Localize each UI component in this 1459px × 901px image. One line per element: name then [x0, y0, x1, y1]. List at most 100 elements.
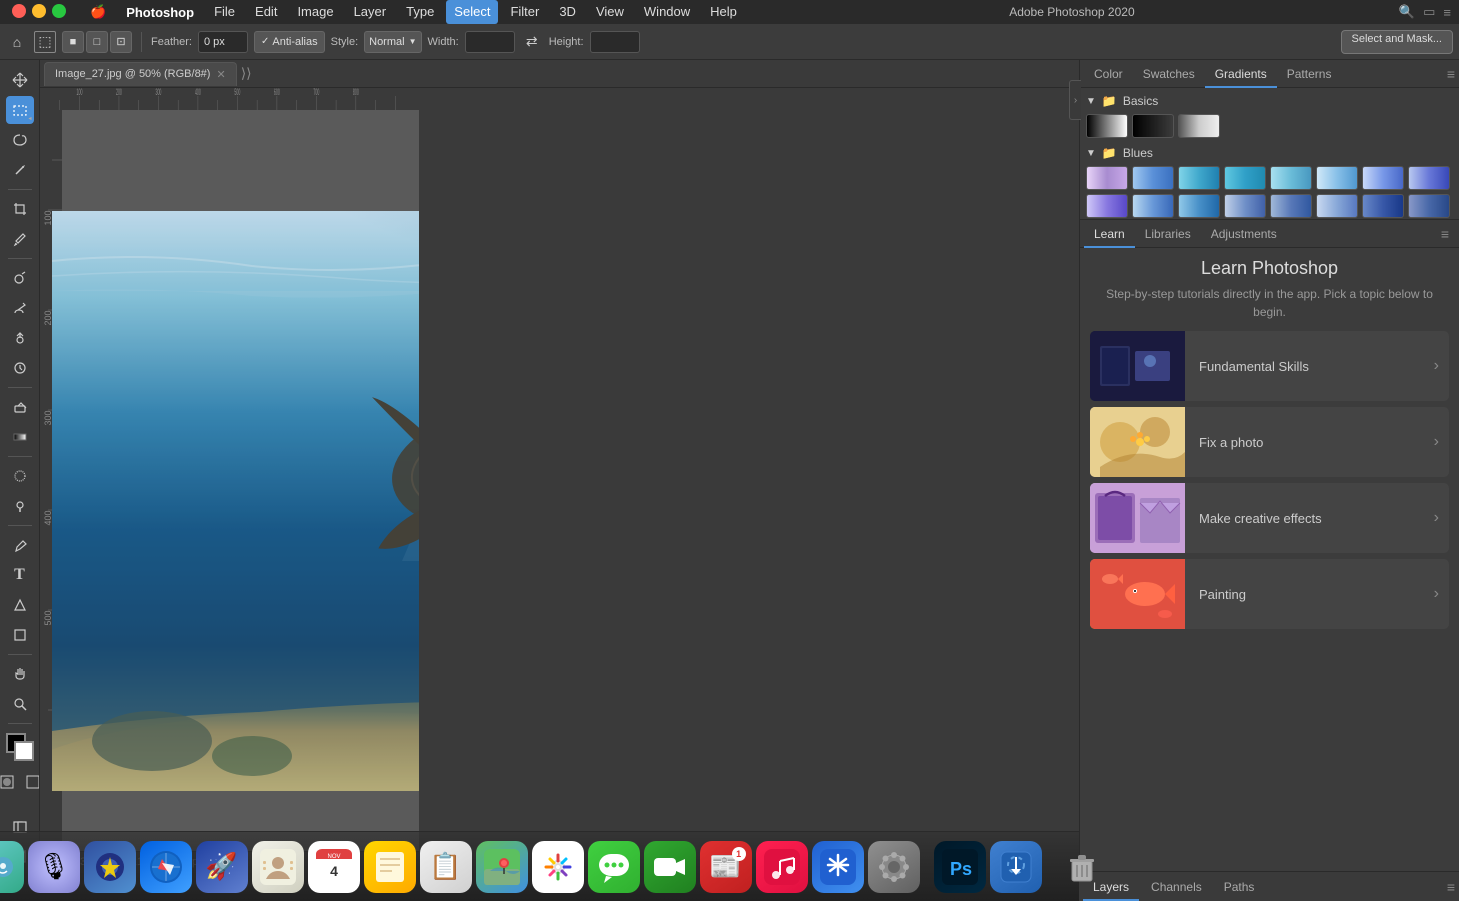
tab-close-icon[interactable]: ✕	[216, 68, 225, 81]
menu-app-name[interactable]: Photoshop	[118, 5, 202, 20]
blur-tool[interactable]	[6, 462, 34, 490]
screen-mode-icon[interactable]: ▭	[1423, 4, 1435, 20]
height-value[interactable]	[590, 31, 640, 53]
anti-alias-check[interactable]: ✓ Anti-alias	[254, 31, 325, 53]
tab-gradients[interactable]: Gradients	[1205, 60, 1277, 88]
dock-safari[interactable]	[140, 841, 192, 893]
width-value[interactable]	[465, 31, 515, 53]
gradient-blue4[interactable]	[1224, 166, 1266, 190]
basics-header[interactable]: ▼ 📁 Basics	[1086, 94, 1453, 108]
gradient-tool[interactable]	[6, 423, 34, 451]
tab-channels[interactable]: Channels	[1141, 873, 1212, 901]
search-icon[interactable]: 🔍	[1399, 4, 1415, 20]
magic-wand-tool[interactable]	[6, 156, 34, 184]
gradient-blue3[interactable]	[1178, 166, 1220, 190]
gradient-blue16[interactable]	[1408, 194, 1450, 218]
path-selection-tool[interactable]	[6, 591, 34, 619]
learn-item-painting[interactable]: Painting ›	[1090, 559, 1449, 629]
learn-panel-options-icon[interactable]: ≡	[1441, 226, 1455, 242]
learn-item-creative[interactable]: Make creative effects ›	[1090, 483, 1449, 553]
menu-select[interactable]: Select	[446, 0, 498, 24]
move-tool[interactable]	[6, 66, 34, 94]
gradient-bw1[interactable]	[1086, 114, 1128, 138]
clone-stamp-tool[interactable]	[6, 324, 34, 352]
background-color[interactable]	[14, 741, 34, 761]
tab-color[interactable]: Color	[1084, 60, 1133, 88]
gradient-blue8[interactable]	[1408, 166, 1450, 190]
dock-rocket[interactable]: 🚀	[196, 841, 248, 893]
gradient-blue9[interactable]	[1086, 194, 1128, 218]
selection-mode-icon[interactable]: ⬚	[34, 31, 56, 53]
gradient-blue11[interactable]	[1178, 194, 1220, 218]
gradient-bw2[interactable]	[1132, 114, 1174, 138]
dock-messages[interactable]	[588, 841, 640, 893]
brush-tool[interactable]	[6, 294, 34, 322]
panel-options-icon[interactable]: ≡	[1447, 66, 1455, 82]
menu-type[interactable]: Type	[398, 0, 442, 24]
gradient-blue15[interactable]	[1362, 194, 1404, 218]
dock-system-preferences[interactable]	[868, 841, 920, 893]
gradient-blue6[interactable]	[1316, 166, 1358, 190]
menu-filter[interactable]: Filter	[502, 0, 547, 24]
history-brush-tool[interactable]	[6, 354, 34, 382]
lasso-tool[interactable]	[6, 126, 34, 154]
intersect-selection-btn[interactable]: ⊡	[110, 31, 132, 53]
dock-photoshop[interactable]: Ps	[934, 841, 986, 893]
gradient-blue13[interactable]	[1270, 194, 1312, 218]
collapse-panel-icon[interactable]: ⟩⟩	[241, 65, 252, 82]
gradient-blue5[interactable]	[1270, 166, 1312, 190]
tab-patterns[interactable]: Patterns	[1277, 60, 1342, 88]
menu-3d[interactable]: 3D	[551, 0, 584, 24]
dock-news[interactable]: 📰1	[700, 841, 752, 893]
select-mask-button[interactable]: Select and Mask...	[1341, 30, 1454, 54]
menu-edit[interactable]: Edit	[247, 0, 285, 24]
dock-downloads[interactable]	[990, 841, 1042, 893]
dock-launchpad[interactable]	[84, 841, 136, 893]
tab-paths[interactable]: Paths	[1214, 873, 1265, 901]
swap-icon[interactable]: ⇄	[521, 31, 543, 53]
color-swatches[interactable]	[6, 733, 34, 761]
dock-finder[interactable]	[0, 841, 24, 893]
edit-in-quick-mask-icon[interactable]	[0, 771, 18, 793]
dock-photos[interactable]	[532, 841, 584, 893]
tab-swatches[interactable]: Swatches	[1133, 60, 1205, 88]
tab-libraries[interactable]: Libraries	[1135, 220, 1201, 248]
hand-tool[interactable]	[6, 660, 34, 688]
dodge-tool[interactable]	[6, 492, 34, 520]
file-tab[interactable]: Image_27.jpg @ 50% (RGB/8#) ✕	[44, 62, 237, 86]
gradient-blue2[interactable]	[1132, 166, 1174, 190]
rectangular-marquee-tool[interactable]: ◂ ◂	[6, 96, 34, 124]
dock-contacts[interactable]	[252, 841, 304, 893]
zoom-tool[interactable]	[6, 690, 34, 718]
dock-trash[interactable]	[1056, 841, 1108, 893]
add-selection-btn[interactable]: ■	[62, 31, 84, 53]
style-select[interactable]: Normal ▼	[364, 31, 421, 53]
eraser-tool[interactable]	[6, 393, 34, 421]
crop-tool[interactable]	[6, 195, 34, 223]
collapse-panel-handle[interactable]: ›	[1069, 80, 1081, 120]
blues-header[interactable]: ▼ 📁 Blues	[1086, 146, 1453, 160]
menu-help[interactable]: Help	[702, 0, 745, 24]
dock-reminders[interactable]: 📋	[420, 841, 472, 893]
menu-view[interactable]: View	[588, 0, 632, 24]
feather-value[interactable]: 0 px	[198, 31, 248, 53]
dock-appstore[interactable]	[812, 841, 864, 893]
menu-layer[interactable]: Layer	[346, 0, 395, 24]
gradient-bw3[interactable]	[1178, 114, 1220, 138]
maximize-button[interactable]	[52, 4, 66, 18]
subtract-selection-btn[interactable]: □	[86, 31, 108, 53]
dock-facetime[interactable]	[644, 841, 696, 893]
home-icon[interactable]: ⌂	[6, 31, 28, 53]
learn-item-fix[interactable]: Fix a photo ›	[1090, 407, 1449, 477]
minimize-button[interactable]	[32, 4, 46, 18]
gradient-blue14[interactable]	[1316, 194, 1358, 218]
eyedropper-tool[interactable]	[6, 225, 34, 253]
close-button[interactable]	[12, 4, 26, 18]
gradient-blue12[interactable]	[1224, 194, 1266, 218]
type-tool[interactable]: T	[6, 561, 34, 589]
more-icon[interactable]: ≡	[1443, 5, 1451, 20]
shape-tool[interactable]	[6, 621, 34, 649]
dock-notes[interactable]	[364, 841, 416, 893]
menu-image[interactable]: Image	[289, 0, 341, 24]
tab-learn[interactable]: Learn	[1084, 220, 1135, 248]
